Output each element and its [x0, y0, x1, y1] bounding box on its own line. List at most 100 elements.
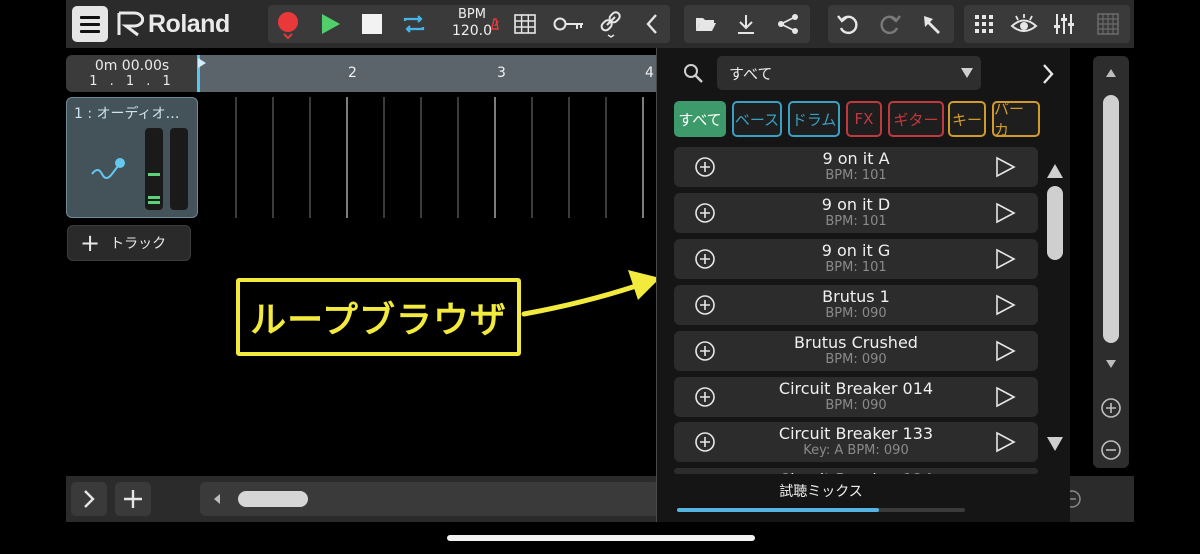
pads-button[interactable] [966, 5, 1002, 43]
beat-gridline [383, 97, 385, 218]
playhead-marker-icon [198, 58, 206, 68]
preview-play-icon[interactable] [994, 386, 1016, 408]
loop-list-item[interactable]: Brutus Crushed BPM: 090 [674, 330, 1038, 371]
redo-button[interactable] [872, 5, 908, 43]
home-indicator[interactable] [447, 535, 755, 541]
list-scroll-up-icon[interactable] [1046, 163, 1064, 179]
download-icon [738, 15, 754, 34]
list-scroll-down-icon[interactable] [1046, 436, 1064, 452]
share-icon [778, 14, 798, 34]
loop-info: BPM: 101 [825, 259, 887, 275]
microphone-icon [91, 158, 125, 179]
loop-list-item[interactable]: 9 on it D BPM: 101 [674, 192, 1038, 233]
open-folder-button[interactable] [688, 5, 724, 43]
caret-down-icon [961, 68, 973, 78]
roland-logo: Roland [116, 8, 260, 40]
preview-play-icon[interactable] [994, 294, 1016, 316]
stop-icon [362, 14, 382, 34]
preview-play-icon[interactable] [994, 202, 1016, 224]
beat-gridline [457, 97, 459, 218]
add-loop-icon[interactable] [694, 202, 716, 224]
loop-name: Circuit Breaker 014 [778, 378, 934, 398]
record-button[interactable] [270, 5, 306, 43]
metronome-icon[interactable] [491, 18, 499, 30]
chevron-right-icon[interactable] [1040, 62, 1056, 86]
collapse-left-button[interactable] [636, 5, 668, 43]
preview-play-icon[interactable] [994, 156, 1016, 178]
add-loop-icon[interactable] [694, 156, 716, 178]
mixer-button[interactable] [1046, 5, 1082, 43]
loop-list-item[interactable]: Brutus 1 BPM: 090 [674, 284, 1038, 325]
loop-list-item[interactable]: 9 on it A BPM: 101 [674, 147, 1038, 187]
preview-mix-fill [677, 508, 879, 512]
category-chip[interactable]: ベース [732, 101, 782, 137]
loop-list-item[interactable]: Circuit Breaker 014 BPM: 090 [674, 376, 1038, 417]
loop-list-item[interactable]: Circuit Breaker 134 [674, 468, 1038, 475]
category-chip[interactable]: ドラム [788, 101, 840, 137]
stop-button[interactable] [354, 5, 390, 43]
undo-icon [837, 15, 858, 35]
add-button[interactable] [115, 482, 151, 516]
eye-icon [1010, 14, 1038, 32]
import-button[interactable] [728, 5, 764, 43]
loop-info: BPM: 090 [825, 397, 887, 413]
category-chip[interactable]: パーカ [992, 100, 1040, 139]
preview-mix-label: 試聴ミックス [779, 484, 863, 500]
loop-toggle-button[interactable] [396, 5, 432, 43]
preview-play-icon[interactable] [994, 248, 1016, 270]
category-chip[interactable]: FX [846, 101, 882, 137]
loop-list-item[interactable]: Circuit Breaker 133 Key: A BPM: 090 [674, 422, 1038, 463]
add-loop-icon[interactable] [694, 294, 716, 316]
annotation-label: ループブラウザ [250, 300, 507, 341]
bar-position-readout: 1 . 1 . 1 [89, 74, 175, 89]
meter-marker [148, 196, 160, 199]
zoom-out-vertical-icon[interactable] [1100, 439, 1122, 461]
hamburger-icon [80, 16, 100, 33]
scroll-down-icon[interactable] [1104, 358, 1118, 370]
share-button[interactable] [770, 5, 806, 43]
keyboard-button[interactable] [1090, 5, 1126, 43]
add-loop-icon[interactable] [694, 340, 716, 362]
link-button[interactable] [594, 5, 628, 43]
track-name: 1 : オーディオ… [74, 106, 180, 122]
add-loop-icon[interactable] [694, 431, 716, 453]
preview-play-icon[interactable] [994, 340, 1016, 362]
category-chip[interactable]: キー [948, 101, 986, 137]
horizontal-scroll-thumb[interactable] [238, 491, 308, 507]
beat-gridline [605, 97, 607, 218]
add-loop-icon[interactable] [694, 386, 716, 408]
search-icon[interactable] [682, 62, 704, 84]
bar-gridline [346, 97, 348, 218]
scroll-left-icon[interactable] [212, 493, 222, 505]
key-button[interactable] [550, 5, 588, 43]
vertical-scroll-thumb[interactable] [1103, 95, 1119, 343]
redo-icon [880, 15, 901, 35]
timeline-ruler[interactable]: 2 3 4 [198, 55, 660, 92]
add-track-button[interactable]: + トラック [67, 225, 191, 261]
bar-number: 3 [497, 65, 506, 81]
grid-button[interactable] [508, 5, 542, 43]
pads-grid-icon [975, 15, 993, 33]
play-icon [322, 14, 340, 34]
loop-list-scroll-thumb[interactable] [1047, 186, 1063, 260]
expand-panel-button[interactable] [71, 482, 107, 516]
zoom-in-vertical-icon[interactable] [1100, 397, 1122, 419]
add-track-label: トラック [110, 236, 167, 252]
category-chip[interactable]: すべて [674, 101, 726, 137]
roland-r-mark-icon [117, 11, 144, 37]
undo-button[interactable] [830, 5, 866, 43]
play-button[interactable] [312, 5, 348, 43]
scroll-up-icon[interactable] [1104, 67, 1118, 79]
select-tool-button[interactable] [914, 5, 950, 43]
timecode-display[interactable]: 0m 00.00s 1 . 1 . 1 [66, 55, 198, 92]
chevron-right-icon [84, 490, 95, 508]
loop-list-item[interactable]: 9 on it G BPM: 101 [674, 238, 1038, 279]
preview-play-icon[interactable] [994, 431, 1016, 453]
annotation-arrow-icon [521, 270, 660, 317]
beat-gridline [568, 97, 570, 218]
menu-button[interactable] [72, 6, 108, 42]
visibility-button[interactable] [1006, 5, 1042, 43]
category-chip[interactable]: ギター [888, 101, 944, 137]
bar-gridline [494, 97, 496, 218]
add-loop-icon[interactable] [694, 248, 716, 270]
